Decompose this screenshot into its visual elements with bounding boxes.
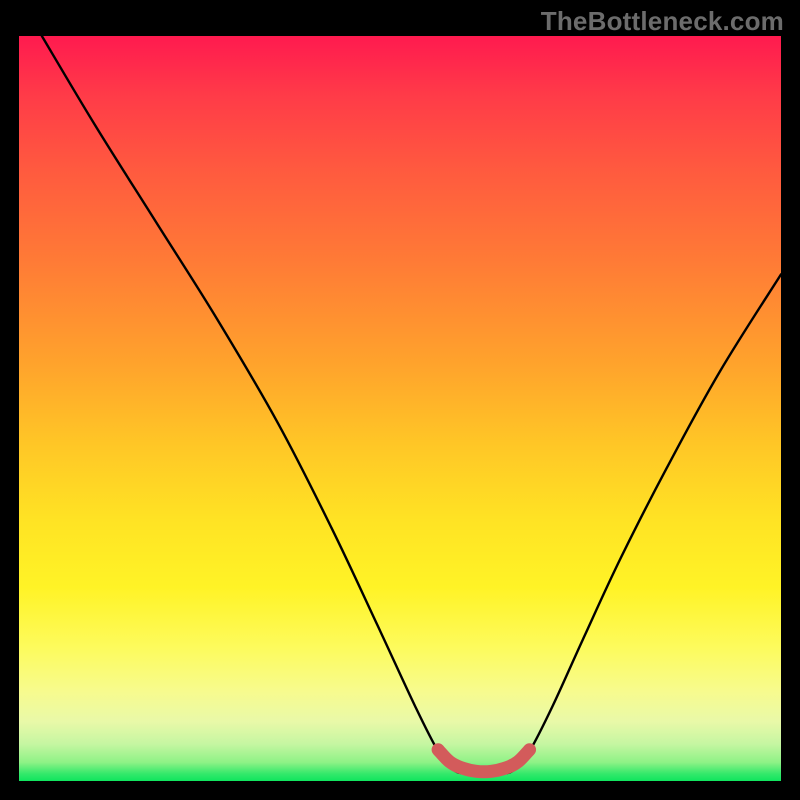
chart-svg bbox=[19, 36, 781, 781]
chart-frame: TheBottleneck.com bbox=[0, 0, 800, 800]
watermark-text: TheBottleneck.com bbox=[541, 6, 784, 37]
chart-plot-area bbox=[19, 36, 781, 781]
bottleneck-curve-line bbox=[42, 36, 781, 774]
optimal-zone-line bbox=[438, 750, 529, 772]
